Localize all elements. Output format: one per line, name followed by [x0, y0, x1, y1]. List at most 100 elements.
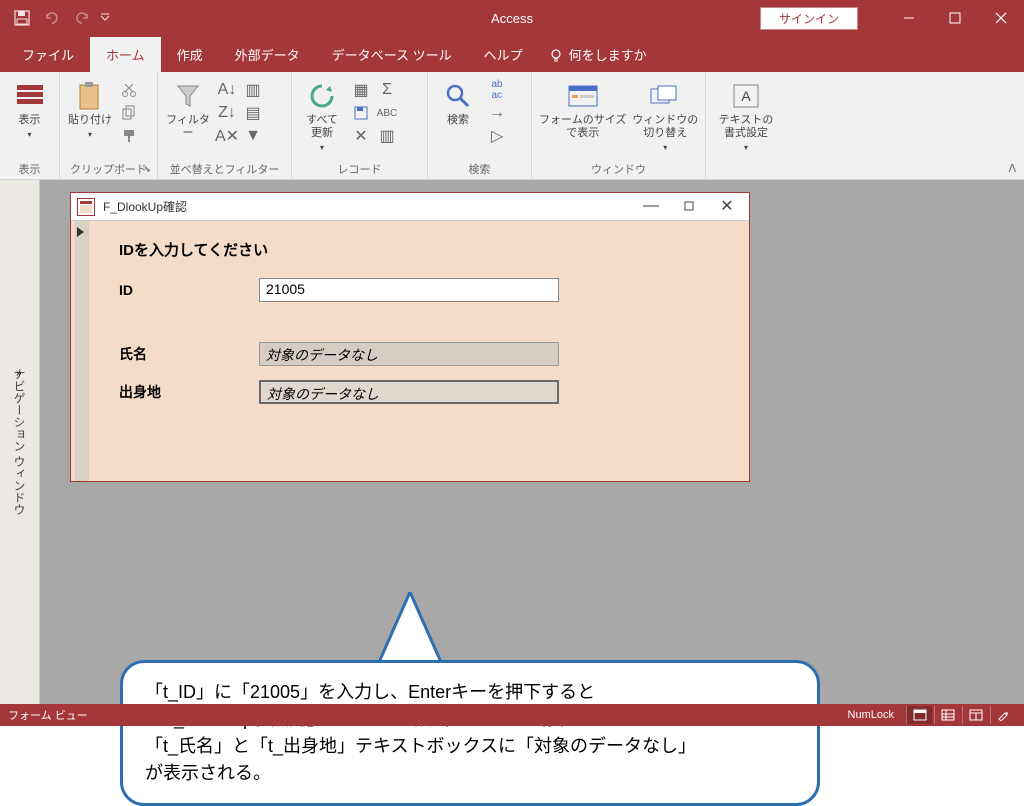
- layout-view-button[interactable]: [962, 706, 988, 724]
- lightbulb-icon: [549, 48, 563, 62]
- view-button[interactable]: 表示 ▾: [6, 76, 53, 139]
- group-clipboard: 貼り付け ▾ クリップボード⬊: [60, 72, 158, 179]
- chevron-right-icon: »: [16, 368, 22, 379]
- canvas: F_DlookUp確認 — ✕ IDを入力してください ID 21005 氏名 …: [40, 180, 1024, 704]
- tab-external[interactable]: 外部データ: [219, 37, 316, 72]
- save-record-icon[interactable]: [350, 103, 372, 123]
- ribbon-tabs: ファイル ホーム 作成 外部データ データベース ツール ヘルプ 何をしますか: [0, 36, 1024, 72]
- chevron-down-icon: ▾: [88, 130, 92, 139]
- tab-file[interactable]: ファイル: [6, 37, 90, 72]
- callout-pointer-icon: [370, 592, 450, 664]
- select-icon[interactable]: ▷: [486, 126, 508, 146]
- copy-icon[interactable]: [118, 103, 140, 123]
- svg-text:A: A: [741, 88, 751, 104]
- callout-text: 「t_ID」に「21005」を入力し、Enterキーを押下すると 「T_Dloo…: [145, 682, 696, 783]
- qat-customize-icon[interactable]: [98, 4, 112, 32]
- navigation-pane[interactable]: » ナビゲーション ウィンドウ: [0, 180, 40, 704]
- group-view: 表示 ▾ 表示: [0, 72, 60, 179]
- form-maximize-button[interactable]: [671, 195, 707, 217]
- form-size-icon: [567, 80, 599, 112]
- annotation-callout: 「t_ID」に「21005」を入力し、Enterキーを押下すると 「T_Dloo…: [120, 660, 820, 806]
- form-body: IDを入力してください ID 21005 氏名 対象のデータなし 出身地 対象の…: [71, 221, 749, 481]
- new-record-icon[interactable]: ▦: [350, 80, 372, 100]
- tab-create[interactable]: 作成: [161, 37, 219, 72]
- id-input[interactable]: 21005: [259, 278, 559, 302]
- quick-access-toolbar: [0, 4, 112, 32]
- spelling-icon[interactable]: ABC: [376, 103, 398, 123]
- sort-asc-icon[interactable]: A↓: [216, 80, 238, 100]
- name-label: 氏名: [119, 344, 259, 364]
- close-button[interactable]: [978, 0, 1024, 36]
- group-sort-filter: フィルター A↓ Z↓ A✕ ▥ ▤ ▼ 並べ替えとフィルター: [158, 72, 292, 179]
- more-icon[interactable]: ▥: [376, 126, 398, 146]
- goto-icon[interactable]: →: [486, 103, 508, 123]
- sort-desc-icon[interactable]: Z↓: [216, 103, 238, 123]
- group-find: 検索 abac → ▷ 検索: [428, 72, 532, 179]
- switch-window-icon: [649, 80, 681, 112]
- clipboard-icon: [74, 80, 106, 112]
- status-bar: フォーム ビュー NumLock: [0, 704, 1024, 726]
- datasheet-view-button[interactable]: [934, 706, 960, 724]
- form-window: F_DlookUp確認 — ✕ IDを入力してください ID 21005 氏名 …: [70, 192, 750, 482]
- tab-help[interactable]: ヘルプ: [468, 37, 539, 72]
- tab-home[interactable]: ホーム: [90, 37, 161, 72]
- format-painter-icon[interactable]: [118, 126, 140, 146]
- numlock-indicator: NumLock: [848, 709, 894, 721]
- clear-sort-icon[interactable]: A✕: [216, 126, 238, 146]
- status-mode: フォーム ビュー: [8, 707, 88, 723]
- signin-button[interactable]: サインイン: [760, 7, 858, 30]
- chevron-down-icon: ▾: [663, 143, 667, 152]
- find-button[interactable]: 検索: [434, 76, 482, 127]
- form-size-button[interactable]: フォームのサイズ で表示: [538, 76, 627, 140]
- place-label: 出身地: [119, 382, 259, 402]
- minimize-button[interactable]: [886, 0, 932, 36]
- place-output[interactable]: 対象のデータなし: [259, 380, 559, 404]
- collapse-ribbon-icon[interactable]: ᐱ: [1008, 162, 1016, 175]
- paste-button[interactable]: 貼り付け ▾: [66, 76, 114, 139]
- toggle-filter-icon[interactable]: ▼: [242, 126, 264, 146]
- navigation-pane-label: ナビゲーション ウィンドウ: [11, 368, 28, 515]
- text-format-icon: A: [730, 80, 762, 112]
- replace-icon[interactable]: abac: [486, 80, 508, 100]
- ribbon: 表示 ▾ 表示 貼り付け ▾ クリップボード⬊ フィルター: [0, 72, 1024, 180]
- form-minimize-button[interactable]: —: [633, 195, 669, 217]
- form-title: F_DlookUp確認: [103, 198, 187, 215]
- view-icon: [14, 80, 46, 112]
- form-titlebar: F_DlookUp確認 — ✕: [71, 193, 749, 221]
- group-text-format: A テキストの 書式設定 ▾: [706, 72, 786, 179]
- delete-record-icon[interactable]: ✕: [350, 126, 372, 146]
- maximize-button[interactable]: [932, 0, 978, 36]
- filter-button[interactable]: フィルター: [164, 76, 212, 140]
- group-window: フォームのサイズ で表示 ウィンドウの 切り替え ▾ ウィンドウ: [532, 72, 706, 179]
- text-format-button[interactable]: A テキストの 書式設定 ▾: [712, 76, 780, 152]
- current-record-icon: [77, 227, 84, 237]
- app-title: Access: [491, 11, 533, 26]
- cut-icon[interactable]: [118, 80, 140, 100]
- chevron-down-icon: ▾: [320, 143, 324, 152]
- record-selector[interactable]: [75, 221, 89, 481]
- refresh-icon: [306, 80, 338, 112]
- work-area: » ナビゲーション ウィンドウ F_DlookUp確認 — ✕ IDを入力してく…: [0, 180, 1024, 704]
- design-view-button[interactable]: [990, 706, 1016, 724]
- search-icon: [442, 80, 474, 112]
- selection-filter-icon[interactable]: ▥: [242, 80, 264, 100]
- form-close-button[interactable]: ✕: [709, 195, 745, 217]
- chevron-down-icon: ▾: [27, 130, 31, 139]
- dialog-launcher-icon[interactable]: ⬊: [143, 164, 151, 175]
- switch-window-button[interactable]: ウィンドウの 切り替え ▾: [631, 76, 699, 152]
- id-label: ID: [119, 282, 259, 298]
- tell-me[interactable]: 何をしますか: [539, 45, 657, 64]
- refresh-all-button[interactable]: すべて 更新 ▾: [298, 76, 346, 152]
- save-icon[interactable]: [8, 4, 36, 32]
- name-output[interactable]: 対象のデータなし: [259, 342, 559, 366]
- form-view-button[interactable]: [906, 706, 932, 724]
- undo-icon[interactable]: [38, 4, 66, 32]
- chevron-down-icon: ▾: [744, 143, 748, 152]
- group-record: すべて 更新 ▾ ▦ ✕ Σ ABC ▥ レコード: [292, 72, 428, 179]
- tab-dbtools[interactable]: データベース ツール: [316, 37, 468, 72]
- form-heading: IDを入力してください: [119, 239, 729, 260]
- title-bar: Access サインイン: [0, 0, 1024, 36]
- redo-icon[interactable]: [68, 4, 96, 32]
- advanced-filter-icon[interactable]: ▤: [242, 103, 264, 123]
- totals-icon[interactable]: Σ: [376, 80, 398, 100]
